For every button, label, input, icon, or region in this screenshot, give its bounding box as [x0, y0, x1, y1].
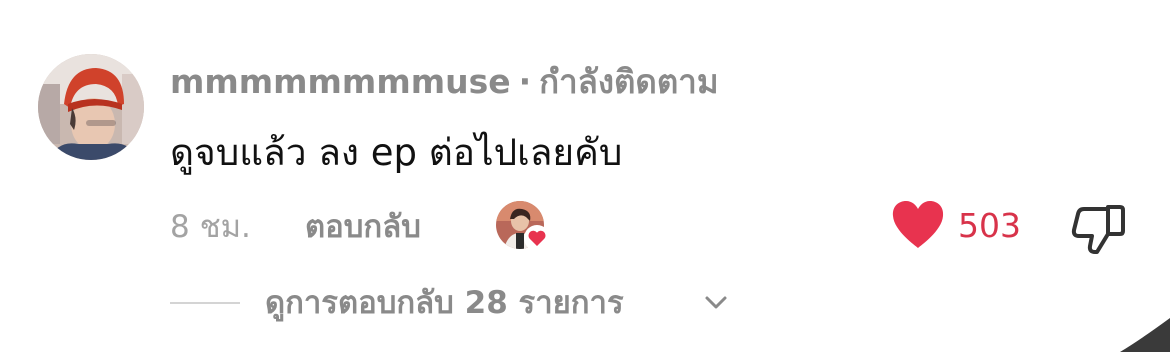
- creator-liked-badge: [496, 201, 554, 253]
- comment-text: ดูจบแล้ว ลง ep ต่อไปเลยคับ: [170, 131, 623, 174]
- chevron-down-icon[interactable]: [704, 291, 728, 315]
- follow-status: กำลังติดตาม: [539, 62, 719, 101]
- replies-divider: [170, 302, 240, 304]
- comment-item: mmmmmmmmuse · กำลังติดตาม ดูจบแล้ว ลง ep ต…: [0, 0, 1170, 352]
- thumbs-down-icon: [1071, 205, 1125, 254]
- comment-time: 8 ชม.: [170, 209, 251, 245]
- reply-button[interactable]: ตอบกลับ: [305, 207, 421, 247]
- view-replies-button[interactable]: ดูการตอบกลับ 28 รายการ: [265, 283, 624, 323]
- heart-icon: [892, 201, 944, 248]
- username[interactable]: mmmmmmmmuse: [170, 62, 511, 101]
- scroll-corner-shadow: [1090, 300, 1170, 352]
- comment-meta: mmmmmmmmuse · กำลังติดตาม: [170, 62, 719, 102]
- avatar[interactable]: [38, 54, 144, 160]
- separator: ·: [518, 62, 532, 101]
- like-button[interactable]: [890, 199, 946, 251]
- creator-heart-icon: [523, 224, 551, 252]
- like-count: 503: [958, 206, 1021, 245]
- dislike-button[interactable]: [1070, 201, 1126, 255]
